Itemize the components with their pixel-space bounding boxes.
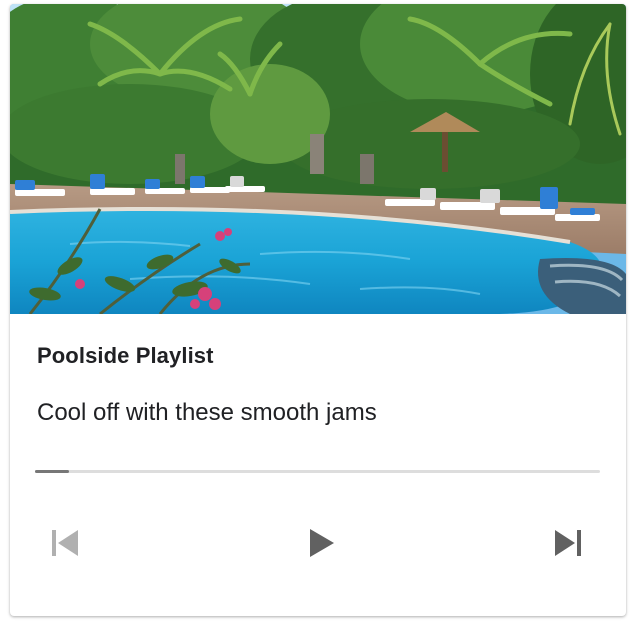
playlist-subtitle: Cool off with these smooth jams — [37, 399, 377, 426]
skip-next-icon — [555, 530, 581, 556]
media-card: Poolside Playlist Cool off with these sm… — [10, 4, 626, 616]
progress-bar[interactable] — [35, 470, 600, 473]
playlist-cover-image — [10, 4, 626, 314]
play-button[interactable] — [300, 523, 340, 563]
next-track-button[interactable] — [548, 523, 588, 563]
previous-track-button[interactable] — [45, 523, 85, 563]
progress-bar-fill — [35, 470, 69, 473]
play-icon — [310, 529, 334, 557]
playlist-title: Poolside Playlist — [37, 343, 214, 368]
skip-previous-icon — [52, 530, 78, 556]
